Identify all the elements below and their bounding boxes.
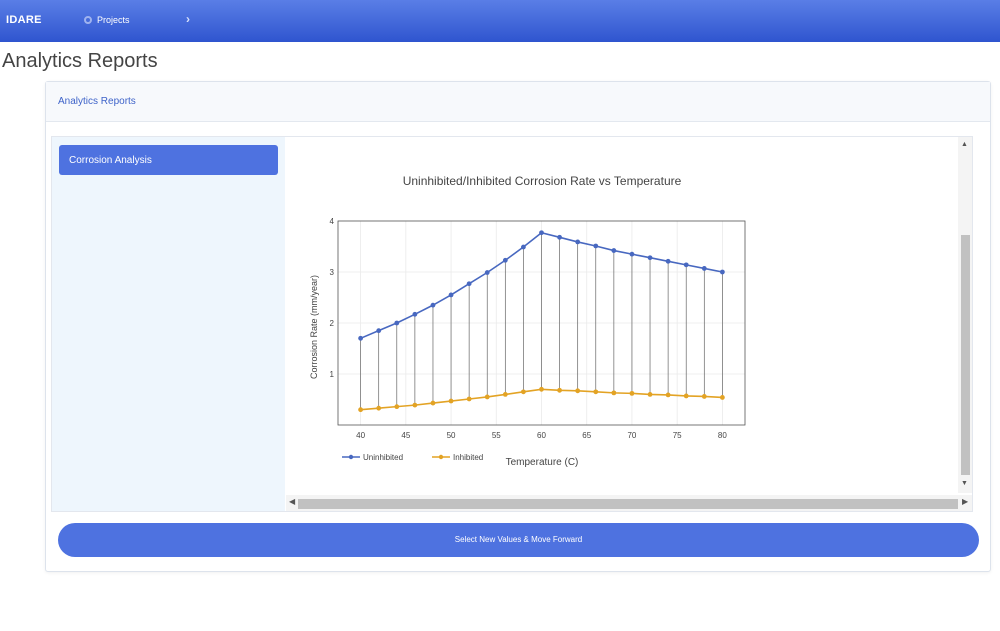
data-point-inhibited bbox=[466, 396, 472, 402]
y-tick-label: 1 bbox=[330, 370, 335, 379]
vertical-scroll-thumb[interactable] bbox=[961, 235, 970, 475]
data-point-uninhibited bbox=[502, 257, 508, 263]
data-point-inhibited bbox=[557, 387, 562, 393]
card-header-title: Analytics Reports bbox=[58, 96, 136, 107]
data-point-uninhibited bbox=[521, 244, 526, 250]
horizontal-scrollbar[interactable]: ◀ ▶ bbox=[286, 495, 972, 511]
legend-marker-inhibited bbox=[438, 454, 444, 460]
data-point-uninhibited bbox=[430, 302, 436, 308]
data-point-inhibited bbox=[502, 392, 508, 397]
data-point-inhibited bbox=[647, 392, 653, 397]
nav-projects-label: Projects bbox=[97, 15, 130, 25]
scroll-up-arrow[interactable]: ▲ bbox=[961, 141, 968, 148]
data-point-uninhibited bbox=[701, 266, 707, 271]
data-point-inhibited bbox=[394, 404, 400, 410]
x-axis-label: Temperature (C) bbox=[506, 457, 579, 468]
card-header: Analytics Reports bbox=[46, 82, 990, 122]
scroll-left-arrow[interactable]: ◀ bbox=[289, 497, 295, 506]
data-point-inhibited bbox=[575, 388, 581, 394]
top-navbar: IDARE Projects › bbox=[0, 0, 1000, 42]
data-point-inhibited bbox=[448, 398, 454, 404]
x-tick-label: 45 bbox=[401, 431, 410, 440]
scroll-down-arrow[interactable]: ▼ bbox=[961, 480, 968, 487]
analytics-card: Analytics Reports Corrosion Analysis Uni… bbox=[45, 81, 991, 572]
data-point-uninhibited bbox=[394, 320, 400, 326]
y-tick-label: 3 bbox=[330, 268, 335, 277]
data-point-uninhibited bbox=[484, 270, 490, 275]
data-point-uninhibited bbox=[665, 258, 671, 264]
vertical-scrollbar[interactable]: ▲ ▼ bbox=[958, 137, 972, 493]
legend-label-inhibited: Inhibited bbox=[453, 453, 483, 462]
x-tick-label: 50 bbox=[447, 431, 456, 440]
x-tick-label: 75 bbox=[673, 431, 682, 440]
x-tick-label: 80 bbox=[718, 431, 727, 440]
data-point-inhibited bbox=[593, 389, 599, 395]
data-point-inhibited bbox=[665, 392, 671, 398]
report-container: Corrosion Analysis Uninhibited/Inhibited… bbox=[51, 136, 973, 512]
report-sidebar: Corrosion Analysis bbox=[52, 137, 285, 511]
data-point-uninhibited bbox=[412, 311, 418, 317]
chevron-right-icon[interactable]: › bbox=[186, 12, 190, 26]
data-point-uninhibited bbox=[611, 248, 617, 253]
data-point-inhibited bbox=[376, 405, 382, 411]
chart-panel: Uninhibited/Inhibited Corrosion Rate vs … bbox=[286, 137, 972, 511]
data-point-uninhibited bbox=[629, 251, 635, 257]
data-point-inhibited bbox=[539, 386, 544, 392]
nav-projects-link[interactable]: Projects bbox=[84, 15, 130, 25]
legend-label-uninhibited: Uninhibited bbox=[363, 453, 403, 462]
data-point-uninhibited bbox=[719, 269, 725, 275]
data-point-inhibited bbox=[701, 394, 707, 399]
scroll-right-arrow[interactable]: ▶ bbox=[962, 497, 968, 506]
data-point-inhibited bbox=[430, 400, 436, 406]
chart-title: Uninhibited/Inhibited Corrosion Rate vs … bbox=[403, 174, 682, 188]
data-point-inhibited bbox=[484, 394, 490, 400]
data-point-uninhibited bbox=[575, 239, 581, 245]
corrosion-chart: Uninhibited/Inhibited Corrosion Rate vs … bbox=[309, 174, 746, 468]
data-point-uninhibited bbox=[539, 230, 544, 236]
data-point-inhibited bbox=[683, 393, 689, 399]
x-tick-label: 65 bbox=[582, 431, 591, 440]
data-point-uninhibited bbox=[593, 243, 599, 249]
legend-marker-uninhibited bbox=[348, 454, 354, 460]
data-point-inhibited bbox=[611, 390, 617, 396]
data-point-uninhibited bbox=[358, 335, 364, 341]
x-tick-label: 40 bbox=[356, 431, 365, 440]
select-new-values-button[interactable]: Select New Values & Move Forward bbox=[58, 523, 979, 557]
data-point-uninhibited bbox=[557, 234, 562, 240]
data-point-inhibited bbox=[719, 395, 725, 400]
data-point-uninhibited bbox=[466, 281, 472, 287]
brand-logo[interactable]: IDARE bbox=[6, 14, 42, 26]
data-point-inhibited bbox=[629, 390, 635, 396]
gear-icon bbox=[84, 16, 92, 24]
y-axis-label: Corrosion Rate (mm/year) bbox=[309, 275, 319, 379]
y-tick-label: 2 bbox=[330, 319, 335, 328]
data-point-inhibited bbox=[358, 407, 364, 413]
y-tick-label: 4 bbox=[330, 217, 335, 226]
tab-corrosion-analysis[interactable]: Corrosion Analysis bbox=[59, 145, 278, 175]
data-point-uninhibited bbox=[683, 262, 689, 268]
data-point-uninhibited bbox=[376, 328, 382, 334]
data-point-uninhibited bbox=[448, 292, 454, 298]
data-point-inhibited bbox=[412, 402, 418, 408]
x-tick-label: 60 bbox=[537, 431, 546, 440]
page-title: Analytics Reports bbox=[2, 50, 158, 72]
data-point-inhibited bbox=[521, 389, 526, 395]
data-point-uninhibited bbox=[647, 255, 653, 261]
horizontal-scroll-thumb[interactable] bbox=[298, 499, 958, 509]
x-tick-label: 55 bbox=[492, 431, 501, 440]
x-tick-label: 70 bbox=[627, 431, 636, 440]
